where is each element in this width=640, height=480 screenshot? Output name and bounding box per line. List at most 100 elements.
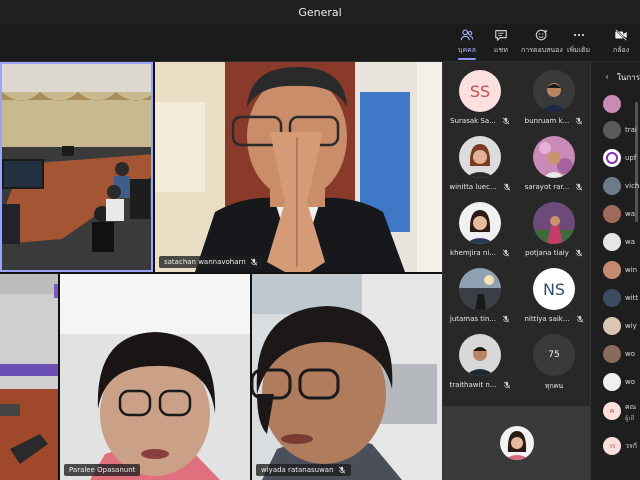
participant-nittiya[interactable]: NS nittiya saik...	[517, 268, 591, 334]
participant-name: jutamas tin...	[449, 315, 497, 323]
chat-row[interactable]: wa	[603, 230, 635, 254]
chat-button[interactable]: แชท	[494, 28, 508, 56]
view-all-participants[interactable]: 75 ทุกคน	[517, 334, 591, 400]
chat-row[interactable]	[603, 92, 621, 116]
mic-off-icon	[503, 381, 510, 389]
mic-off-icon	[576, 183, 583, 191]
chat-row[interactable]: ค คณ ผู้เยี่	[603, 402, 636, 432]
participant-name-tag: satachan wannavoharn	[159, 256, 263, 268]
avatar: SS	[459, 70, 501, 112]
title-bar: General	[0, 0, 640, 24]
chat-row[interactable]: wo	[603, 342, 635, 366]
video-tile-paralee[interactable]: Paralee Opasanunt	[60, 274, 250, 480]
chat-row-name: wa	[625, 238, 636, 246]
participant-name: traithawit n...	[449, 381, 497, 389]
mic-off-icon	[503, 183, 510, 191]
avatar	[603, 233, 621, 251]
chat-row-name: วรกั	[625, 441, 637, 450]
avatar	[603, 149, 621, 167]
chat-row[interactable]: trai	[603, 118, 637, 142]
video-tile-conference-room[interactable]	[0, 62, 153, 272]
self-avatar	[500, 426, 534, 460]
participant-name: khemjira ni...	[450, 249, 496, 257]
participant-sarayot[interactable]: sarayot rar...	[517, 136, 591, 202]
participant-winitta[interactable]: winitta luec...	[443, 136, 517, 202]
wiyada-video	[252, 274, 442, 480]
participant-gallery: SS Surasak Sa... bunruam k... winitta lu…	[442, 62, 591, 480]
avatar	[459, 136, 501, 178]
window-title: General	[298, 5, 342, 19]
meeting-chat-panel: ในการ trai upf vich wa wa win witt wiy w…	[590, 62, 640, 480]
avatar-photo	[533, 70, 575, 112]
mic-off-icon	[502, 249, 510, 257]
avatar-photo	[533, 136, 575, 178]
self-preview[interactable]	[443, 406, 591, 480]
view-all-label: ทุกคน	[544, 382, 564, 390]
avatar	[533, 70, 575, 112]
chat-row[interactable]: witt	[603, 286, 638, 310]
chat-row[interactable]: win	[603, 258, 637, 282]
avatar-photo	[459, 202, 501, 244]
chat-row[interactable]: wiy	[603, 314, 637, 338]
satachan-video	[155, 62, 442, 272]
chat-label: แชท	[494, 46, 508, 54]
participant-bunruam[interactable]: bunruam k...	[517, 70, 591, 136]
conference-room-video	[2, 64, 151, 270]
participant-traithawit[interactable]: traithawit n...	[443, 334, 517, 400]
more-icon	[573, 33, 584, 37]
active-underline	[458, 58, 477, 60]
video-tile-satachan[interactable]: satachan wannavoharn	[155, 62, 442, 272]
video-tile-wiyada[interactable]: wiyada ratanasuwan	[252, 274, 442, 480]
avatar	[603, 95, 621, 113]
chat-row-name: upf	[625, 154, 637, 162]
people-button[interactable]: บุคคล	[458, 28, 476, 60]
participant-surasak[interactable]: SS Surasak Sa...	[443, 70, 517, 136]
chat-panel-header: ในการ	[591, 62, 640, 92]
avatar-photo	[459, 136, 501, 178]
reactions-button[interactable]: การตอบสนอง	[521, 28, 563, 56]
participant-name-tag: Paralee Opasanunt	[64, 464, 141, 476]
avatar: ค	[603, 402, 621, 420]
more-label: เพิ่มเติม	[567, 46, 591, 54]
avatar	[603, 205, 621, 223]
chat-row-name: wiy	[625, 322, 637, 330]
avatar: NS	[533, 268, 575, 310]
chat-row-name: คณ	[625, 403, 637, 411]
participant-name: wiyada ratanasuwan	[261, 466, 334, 474]
more-button[interactable]: เพิ่มเติม	[567, 28, 590, 56]
participant-jutamas[interactable]: jutamas tin...	[443, 268, 517, 334]
participant-name: winitta luec...	[449, 183, 497, 191]
chat-row[interactable]: วร วรกั	[603, 434, 637, 458]
mic-off-icon	[502, 117, 509, 125]
chat-row-name: win	[625, 266, 638, 274]
chat-row[interactable]: vich	[603, 174, 639, 198]
mic-off-icon	[576, 315, 583, 323]
camera-button[interactable]: กล้อง	[613, 28, 629, 56]
chat-row[interactable]: wo	[603, 370, 635, 394]
chat-row[interactable]: wa	[603, 202, 635, 226]
avatar	[533, 136, 575, 178]
avatar: วร	[603, 437, 621, 455]
chevron-left-icon[interactable]	[605, 73, 609, 81]
participant-khemjira[interactable]: khemjira ni...	[443, 202, 517, 268]
chat-row-name: witt	[625, 294, 639, 302]
avatar-initials: NS	[542, 279, 566, 299]
mic-off-icon	[338, 466, 345, 474]
participant-name: bunruam k...	[524, 117, 570, 125]
meeting-toolbar: บุคคล แชท การตอบสนอง เพิ่มเติม กล้อง	[0, 24, 640, 62]
chat-row[interactable]: upf	[603, 146, 636, 170]
video-tile-room-2[interactable]	[0, 274, 58, 480]
people-label: บุคคล	[458, 46, 477, 54]
people-icon	[460, 29, 474, 41]
avatar-initials: วร	[608, 443, 616, 450]
participant-potjana[interactable]: potjana tiaiy	[517, 202, 591, 268]
room-2-video	[0, 274, 58, 480]
avatar	[459, 202, 501, 244]
chat-row-name: wo	[625, 350, 636, 358]
chat-row-name: trai	[625, 126, 637, 134]
avatar	[603, 289, 621, 307]
participant-name-tag: wiyada ratanasuwan	[256, 464, 351, 476]
reactions-label: การตอบสนอง	[521, 46, 563, 54]
participant-name: Surasak Sa...	[450, 117, 496, 125]
mic-off-icon	[250, 258, 257, 266]
